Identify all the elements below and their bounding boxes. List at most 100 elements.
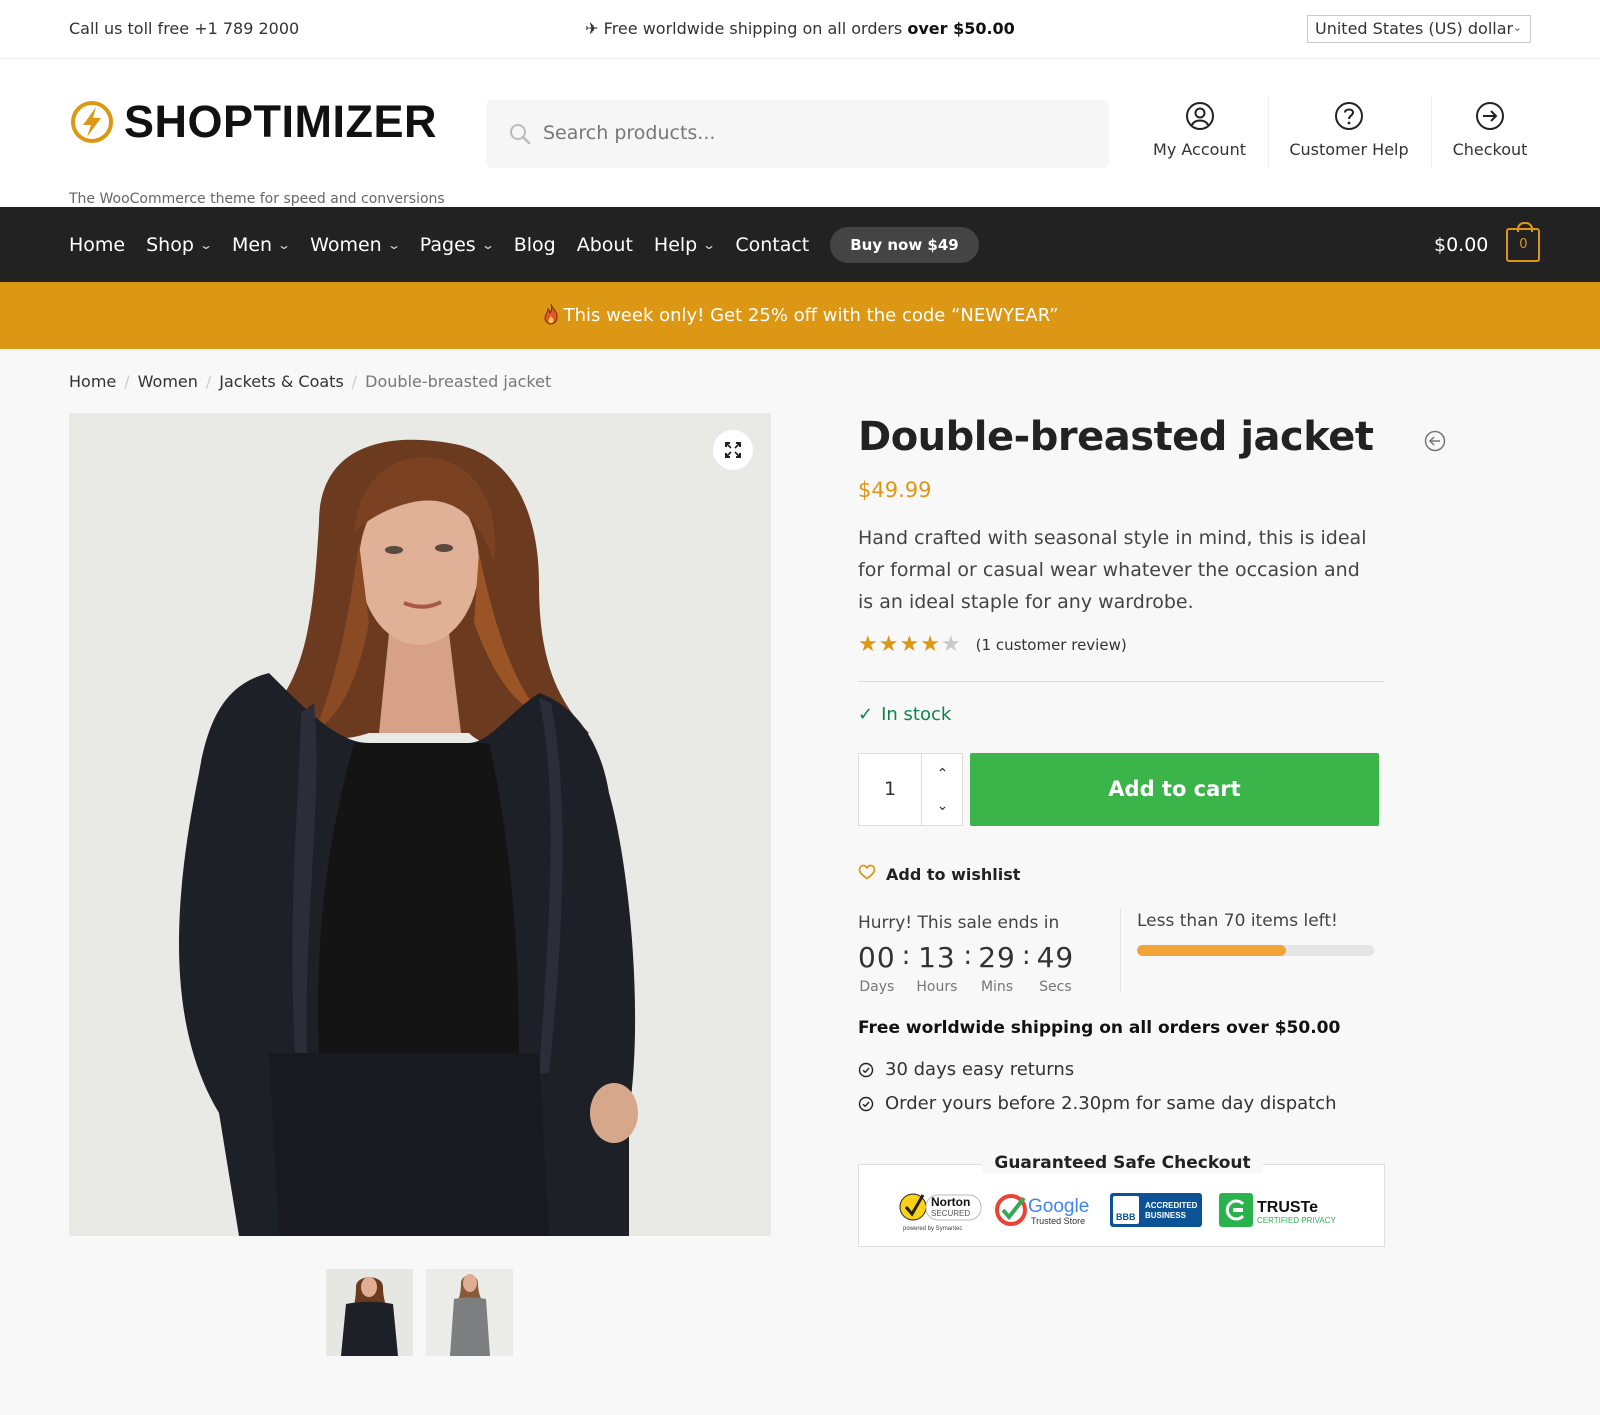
reviews-link[interactable]: (1 customer review) — [976, 636, 1127, 654]
countdown-value: 49 — [1036, 941, 1075, 974]
norton-badge: Norton SECURED powered by Symantec — [897, 1191, 983, 1232]
nav-label: Men — [231, 233, 273, 256]
nav-label: Help — [653, 233, 698, 256]
customer-help-link[interactable]: Customer Help — [1288, 100, 1410, 159]
cart-count: 0 — [1519, 236, 1528, 252]
quantity-stepper[interactable]: 1 ⌃ ⌄ — [858, 753, 963, 826]
countdown-colon: : — [963, 941, 973, 971]
nav-item-blog[interactable]: Blog — [514, 234, 556, 256]
safe-checkout-box: Guaranteed Safe Checkout Norton SECURED … — [858, 1153, 1385, 1247]
currency-select[interactable]: United States (US) dollar ⌄ — [1307, 15, 1531, 43]
bbb-badge: BBB ACCREDITED BUSINESS — [1109, 1191, 1203, 1229]
sale-label: Hurry! This sale ends in — [858, 913, 1060, 933]
nav-item-women[interactable]: Women ⌄ — [310, 233, 401, 256]
norton-logo-icon: Norton SECURED powered by Symantec — [899, 1193, 982, 1232]
chevron-down-icon: ⌄ — [198, 237, 213, 252]
chevron-down-icon: ⌄ — [702, 237, 717, 252]
breadcrumb-separator: / — [351, 372, 358, 391]
main-navigation: Home Shop ⌄ Men ⌄ Women ⌄ Pages ⌄ Blog About… — [0, 207, 1600, 282]
nav-label: Pages — [419, 233, 476, 256]
check-icon: ✓ — [858, 704, 874, 725]
checkout-icon — [1476, 102, 1504, 130]
quantity-arrows: ⌃ ⌄ — [921, 754, 962, 825]
customer-help-label: Customer Help — [1289, 140, 1409, 159]
sale-divider — [1120, 909, 1121, 993]
google-trusted-badge: Google Trusted Store — [994, 1191, 1100, 1229]
breadcrumb: Home / Women / Jackets & Coats / Double-breast… — [69, 372, 551, 391]
product-rating[interactable]: ★ ★ ★ ★ ★ (1 customer review) — [858, 634, 1127, 656]
breadcrumb-link[interactable]: Jackets & Coats — [219, 372, 344, 391]
benefit-text: Order yours before 2.30pm for same day d… — [885, 1093, 1337, 1114]
breadcrumb-link[interactable]: Home — [69, 372, 116, 391]
cart-total: $0.00 — [1434, 233, 1489, 256]
lightning-logo-icon — [71, 101, 113, 143]
stock-status: ✓ In stock — [858, 704, 951, 725]
add-to-wishlist-link[interactable]: Add to wishlist — [858, 864, 1020, 884]
nav-item-pages[interactable]: Pages ⌄ — [419, 233, 495, 256]
circle-check-icon — [858, 1062, 874, 1077]
header-divider — [1268, 97, 1269, 167]
free-shipping-text: Free worldwide shipping on all orders ov… — [858, 1018, 1341, 1038]
help-icon — [1335, 102, 1363, 130]
chevron-down-icon: ⌄ — [386, 237, 401, 252]
thumbnail-photo — [426, 1269, 513, 1356]
google-text: Google — [1028, 1196, 1089, 1217]
countdown-timer: 00 Days : 13 Hours : 29 Mins : 49 Secs — [858, 941, 1080, 995]
countdown-value: 29 — [978, 941, 1016, 974]
product-thumbnail[interactable] — [326, 1269, 413, 1356]
chevron-down-icon: ⌄ — [1512, 21, 1522, 34]
nav-item-shop[interactable]: Shop ⌄ — [146, 234, 213, 256]
shipping-notice-text: ✈ Free worldwide shipping on all orders — [585, 19, 908, 38]
norton-powered-by: powered by Symantec — [903, 1226, 962, 1232]
nav-item-contact[interactable]: Contact — [735, 234, 809, 256]
countdown-label: Mins — [980, 979, 1014, 995]
cart-bag-icon: 0 — [1506, 221, 1541, 262]
checkout-link[interactable]: Checkout — [1452, 100, 1528, 159]
chevron-up-icon[interactable]: ⌃ — [922, 759, 963, 789]
nav-item-help[interactable]: Help ⌄ — [653, 233, 717, 256]
thumbnail-photo — [326, 1269, 413, 1356]
expand-icon — [725, 442, 741, 458]
quantity-input[interactable]: 1 — [859, 754, 921, 825]
truste-sub: CERTIFIED PRIVACY — [1257, 1216, 1336, 1225]
buy-now-button[interactable]: Buy now $49 — [830, 226, 979, 263]
nav-item-about[interactable]: About — [577, 234, 633, 256]
my-account-link[interactable]: My Account — [1150, 100, 1249, 159]
back-icon[interactable] — [1424, 430, 1446, 452]
product-price: $49.99 — [858, 478, 932, 502]
chevron-down-icon[interactable]: ⌄ — [922, 791, 963, 821]
stock-progress-bar — [1137, 945, 1374, 956]
heart-icon — [858, 864, 876, 884]
countdown-days: 00 Days — [858, 941, 896, 995]
product-title: Double-breasted jacket — [858, 414, 1374, 460]
star-icon: ★ — [920, 632, 940, 657]
countdown-colon: : — [1021, 941, 1031, 971]
cart-link[interactable]: $0.00 0 — [1434, 207, 1541, 282]
nav-item-home[interactable]: Home — [69, 234, 125, 256]
benefit-text: 30 days easy returns — [885, 1059, 1075, 1080]
star-icon: ★ — [878, 632, 899, 657]
checkout-label: Checkout — [1452, 140, 1528, 159]
site-header: SHOPTIMIZER The WooCommerce theme for sp… — [0, 59, 1600, 207]
divider — [858, 681, 1385, 682]
bbb-text: BBB — [1116, 1212, 1136, 1222]
currency-value: United States (US) dollar — [1315, 19, 1514, 38]
add-to-cart-button[interactable]: Add to cart — [970, 753, 1379, 826]
sale-countdown: Hurry! This sale ends in 00 Days : 13 Hour… — [858, 913, 1080, 995]
nav-item-men[interactable]: Men ⌄ — [231, 233, 291, 256]
breadcrumb-separator: / — [124, 372, 130, 391]
promo-text: This week only! Get 25% off with the cod… — [563, 305, 1059, 326]
search-input[interactable]: Search products... — [486, 100, 1109, 168]
nav-label: Women — [310, 233, 382, 256]
expand-button[interactable] — [713, 430, 753, 470]
countdown-hours: 13 Hours — [916, 941, 957, 995]
product-description: Hand crafted with seasonal style in mind… — [858, 527, 1367, 613]
product-main-image[interactable] — [69, 413, 771, 1236]
countdown-value: 00 — [858, 941, 896, 974]
items-left-text: Less than 70 items left! — [1137, 911, 1338, 931]
breadcrumb-link[interactable]: Women — [138, 372, 198, 391]
chevron-down-icon: ⌄ — [480, 237, 495, 252]
product-thumbnail[interactable] — [426, 1269, 513, 1356]
model-photo — [69, 413, 771, 1236]
star-icon: ★ — [858, 632, 878, 657]
